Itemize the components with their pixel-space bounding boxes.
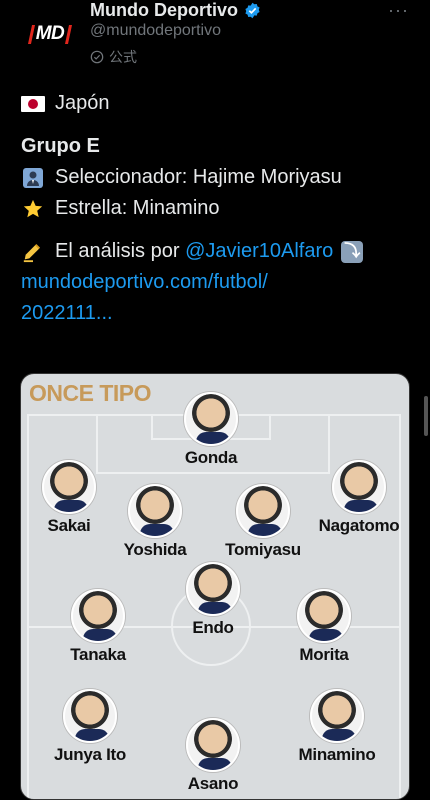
manager-line: Seleccionador: Hajime Moriyasu [21,162,416,193]
display-name[interactable]: Mundo Deportivo [90,0,238,21]
manager-emoji-icon [21,166,45,190]
account-avatar[interactable]: MD [22,14,78,54]
player-morita: Morita [264,589,384,665]
player-nagatomo: Nagatomo [299,460,409,536]
player-photo [128,484,182,538]
md-logo: MD [22,21,78,47]
country-line: Japón [21,88,416,119]
verified-badge-icon [245,2,260,19]
player-photo [236,484,290,538]
player-name: Yoshida [123,540,187,559]
japan-flag-icon [21,95,45,112]
country-text: Japón [55,92,110,114]
name-row: Mundo Deportivo [90,0,261,21]
player-photo [184,392,238,446]
analysis-prefix: El análisis por [55,240,180,262]
account-handle[interactable]: @mundodeportivo [90,22,221,40]
player-junya-ito: Junya Ito [30,689,150,765]
analysis-line: El análisis por @Javier10Alfaro ⤵ [21,236,416,267]
scrollbar[interactable] [424,396,428,436]
player-name: Tomiyasu [225,540,301,559]
player-name: Asano [187,774,239,793]
official-check-icon [90,50,104,64]
more-options-icon[interactable]: ··· [388,0,409,21]
player-photo [332,460,386,514]
writing-hand-emoji-icon [21,240,45,264]
player-name: Junya Ito [54,745,126,764]
star-line: Estrella: Minamino [21,193,416,224]
player-photo [71,589,125,643]
star-emoji-icon [21,197,45,221]
player-photo [63,689,117,743]
mention-link[interactable]: @Javier10Alfaro [185,236,333,267]
official-label: 公式 [90,47,137,67]
player-name: Gonda [184,448,238,467]
player-tanaka: Tanaka [38,589,158,665]
group-line: Grupo E [21,131,416,162]
official-text: 公式 [109,49,137,65]
player-minamino: Minamino [277,689,397,765]
player-name: Endo [192,618,234,637]
url-line-1[interactable]: mundodeportivo.com/futbol/ [21,267,416,298]
player-endo: Endo [153,562,273,638]
player-name: Nagatomo [318,516,400,535]
player-name: Tanaka [70,645,126,664]
player-yoshida: Yoshida [95,484,215,560]
player-photo [186,718,240,772]
down-arrow-emoji-icon: ⤵ [341,240,364,263]
lineup-image[interactable]: ONCE TIPO Gonda Sakai Yoshida Tomiyasu N… [20,373,410,800]
player-name: Minamino [298,745,376,764]
tweet-text: Japón Grupo E Seleccionador: Hajime Mori… [21,88,416,329]
tweet-header: MD Mundo Deportivo @mundodeportivo 公式 ··… [0,0,430,80]
group-text: Grupo E [21,135,100,157]
url-line-2[interactable]: 2022111... [21,298,416,329]
manager-text: Seleccionador: Hajime Moriyasu [55,166,342,188]
player-name: Morita [299,645,349,664]
player-gonda: Gonda [151,392,271,468]
player-photo [42,460,96,514]
player-photo [297,589,351,643]
player-photo [186,562,240,616]
player-photo [310,689,364,743]
image-title: ONCE TIPO [29,380,152,406]
player-asano: Asano [153,718,273,794]
star-text: Estrella: Minamino [55,197,220,219]
